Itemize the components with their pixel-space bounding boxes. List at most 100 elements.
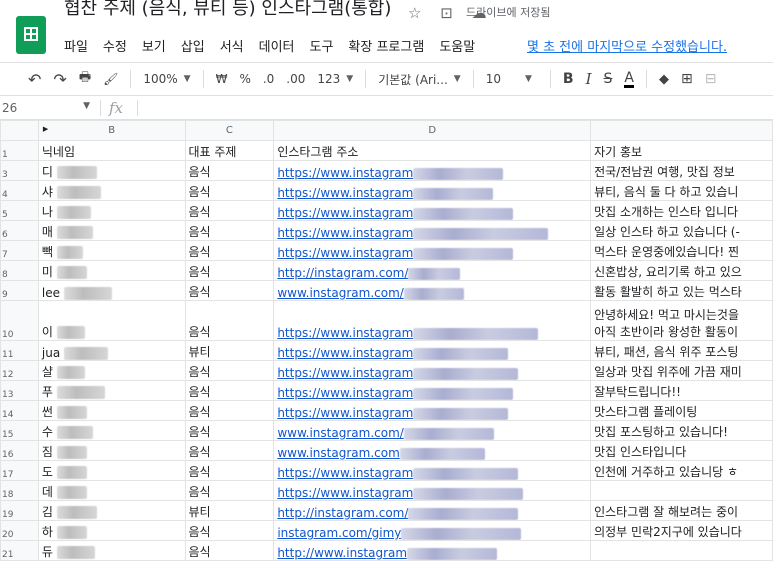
row-number[interactable]: 15 bbox=[0, 420, 39, 441]
cell-instagram-url[interactable]: www.instagram.com/ bbox=[273, 420, 592, 441]
cell-promo[interactable]: 맛스타그램 플레이팅 bbox=[590, 400, 773, 421]
more-formats-button[interactable]: 123 ▼ bbox=[317, 72, 353, 86]
instagram-link[interactable]: www.instagram.com bbox=[277, 446, 399, 460]
instagram-link[interactable]: https://www.instagram bbox=[277, 366, 413, 380]
row-number[interactable]: 12 bbox=[0, 360, 39, 381]
instagram-link[interactable]: http://www.instagram bbox=[277, 546, 407, 560]
cell-instagram-url[interactable]: https://www.instagram bbox=[273, 460, 592, 481]
print-icon[interactable]: 🖶 bbox=[79, 68, 91, 90]
merge-cells-icon[interactable]: ⊟ bbox=[705, 71, 717, 87]
cell-promo[interactable]: 맛집 인스타입니다 bbox=[590, 440, 773, 461]
cell-instagram-url[interactable]: https://www.instagram bbox=[273, 220, 592, 241]
cell-instagram-url[interactable]: https://www.instagram bbox=[273, 380, 592, 401]
cell-nickname[interactable]: 듀 bbox=[37, 540, 186, 561]
instagram-link[interactable]: www.instagram.com/ bbox=[277, 286, 404, 300]
cell-instagram-url[interactable]: http://instagram.com/ bbox=[273, 260, 592, 281]
cell-topic[interactable]: 뷰티 bbox=[184, 500, 275, 521]
last-edit-link[interactable]: 몇 초 전에 마지막으로 수정했습니다. bbox=[527, 36, 727, 55]
cell-topic[interactable]: 음식 bbox=[184, 280, 275, 301]
font-size-select[interactable]: 10 ▼ bbox=[486, 72, 532, 86]
column-header-c[interactable]: C bbox=[184, 120, 275, 141]
document-title[interactable]: 협찬 주제 (음식, 뷰티 등) 인스타그램(통합) bbox=[64, 0, 391, 20]
instagram-link[interactable]: https://www.instagram bbox=[277, 246, 413, 260]
instagram-link[interactable]: https://www.instagram bbox=[277, 406, 413, 420]
cell-nickname[interactable]: 매 bbox=[37, 220, 186, 241]
name-box[interactable]: 26 ▼ bbox=[0, 101, 100, 115]
cell-instagram-url[interactable]: https://www.instagram bbox=[273, 360, 592, 381]
cell-promo[interactable] bbox=[590, 480, 773, 501]
borders-icon[interactable]: ⊞ bbox=[681, 71, 693, 87]
move-icon[interactable]: ⊡ bbox=[440, 4, 453, 22]
cell-instagram-url[interactable]: https://www.instagram bbox=[273, 240, 592, 261]
row-number[interactable]: 5 bbox=[0, 200, 39, 221]
cell-topic[interactable]: 음식 bbox=[184, 220, 275, 241]
font-select[interactable]: 기본값 (Ari... ▼ bbox=[378, 71, 460, 88]
menu-data[interactable]: 데이터 bbox=[259, 36, 301, 55]
cell-topic[interactable]: 음식 bbox=[184, 400, 275, 421]
cell-promo[interactable]: 전국/전남권 여행, 맛집 정보 bbox=[590, 160, 773, 181]
cell-promo[interactable]: 신혼밥상, 요리기록 하고 있으 bbox=[590, 260, 773, 281]
cell-nickname[interactable]: 이 bbox=[37, 300, 186, 341]
cell-topic[interactable]: 음식 bbox=[184, 300, 275, 341]
menu-insert[interactable]: 삽입 bbox=[181, 36, 211, 55]
cell-topic[interactable]: 음식 bbox=[184, 480, 275, 501]
sheets-logo-icon[interactable] bbox=[16, 16, 46, 54]
cell-instagram-url[interactable]: www.instagram.com/ bbox=[273, 280, 592, 301]
strikethrough-button[interactable]: S bbox=[604, 71, 613, 87]
menu-format[interactable]: 서식 bbox=[220, 36, 250, 55]
paint-format-icon[interactable]: 🖌 bbox=[103, 72, 118, 86]
instagram-link[interactable]: http://instagram.com/ bbox=[277, 506, 408, 520]
cell-topic[interactable]: 음식 bbox=[184, 440, 275, 461]
text-color-button[interactable]: A bbox=[624, 71, 634, 88]
row-number[interactable]: 7 bbox=[0, 240, 39, 261]
row-number[interactable]: 3 bbox=[0, 160, 39, 181]
cell-promo[interactable] bbox=[590, 540, 773, 561]
menu-tools[interactable]: 도구 bbox=[310, 36, 340, 55]
cell-promo[interactable]: 잘부탁드립니다!! bbox=[590, 380, 773, 401]
row-number[interactable]: 14 bbox=[0, 400, 39, 421]
fill-color-icon[interactable]: ◆ bbox=[659, 72, 669, 87]
row-number[interactable]: 1 bbox=[0, 140, 39, 161]
row-number[interactable]: 18 bbox=[0, 480, 39, 501]
cell-instagram-url[interactable]: instagram.com/gimy bbox=[273, 520, 592, 541]
cell-instagram-url[interactable]: https://www.instagram bbox=[273, 200, 592, 221]
cell-topic[interactable]: 음식 bbox=[184, 380, 275, 401]
cell-promo[interactable]: 인스타그램 잘 해보려는 중이 bbox=[590, 500, 773, 521]
currency-button[interactable]: ₩ bbox=[216, 72, 228, 86]
row-number[interactable]: 17 bbox=[0, 460, 39, 481]
cell-nickname[interactable]: 나 bbox=[37, 200, 186, 221]
cell-nickname[interactable]: 빽 bbox=[37, 240, 186, 261]
row-number[interactable]: 20 bbox=[0, 520, 39, 541]
row-number[interactable]: 11 bbox=[0, 340, 39, 361]
cell-topic[interactable]: 뷰티 bbox=[184, 340, 275, 361]
cell-promo[interactable]: 안녕하세요! 먹고 마시는것을 아직 초반이라 왕성한 활동이 bbox=[590, 300, 773, 341]
header-cell-instagram[interactable]: 인스타그램 주소 bbox=[273, 140, 592, 161]
instagram-link[interactable]: www.instagram.com/ bbox=[277, 426, 404, 440]
cell-promo[interactable]: 인천에 거주하고 있습니당 ㅎ bbox=[590, 460, 773, 481]
cell-topic[interactable]: 음식 bbox=[184, 360, 275, 381]
instagram-link[interactable]: https://www.instagram bbox=[277, 166, 413, 180]
instagram-link[interactable]: http://instagram.com/ bbox=[277, 266, 408, 280]
cell-topic[interactable]: 음식 bbox=[184, 240, 275, 261]
cell-nickname[interactable]: 썬 bbox=[37, 400, 186, 421]
instagram-link[interactable]: https://www.instagram bbox=[277, 346, 413, 360]
cell-topic[interactable]: 음식 bbox=[184, 260, 275, 281]
menu-file[interactable]: 파일 bbox=[64, 36, 94, 55]
cell-nickname[interactable]: 김 bbox=[37, 500, 186, 521]
cell-topic[interactable]: 음식 bbox=[184, 420, 275, 441]
row-number[interactable]: 10 bbox=[0, 300, 39, 341]
cell-nickname[interactable]: jua bbox=[37, 340, 186, 361]
header-cell-topic[interactable]: 대표 주제 bbox=[184, 140, 275, 161]
zoom-select[interactable]: 100% ▼ bbox=[143, 72, 190, 86]
row-number[interactable]: 8 bbox=[0, 260, 39, 281]
cell-instagram-url[interactable]: https://www.instagram bbox=[273, 300, 592, 341]
menu-view[interactable]: 보기 bbox=[142, 36, 172, 55]
undo-icon[interactable]: ↶ bbox=[28, 70, 41, 89]
cell-promo[interactable]: 활동 활발히 하고 있는 먹스타 bbox=[590, 280, 773, 301]
cell-nickname[interactable]: 데 bbox=[37, 480, 186, 501]
bold-button[interactable]: B bbox=[563, 71, 574, 87]
row-number[interactable]: 13 bbox=[0, 380, 39, 401]
redo-icon[interactable]: ↷ bbox=[53, 70, 66, 89]
row-number[interactable]: 9 bbox=[0, 280, 39, 301]
cell-promo[interactable]: 일상 인스타 하고 있습니다 (- bbox=[590, 220, 773, 241]
